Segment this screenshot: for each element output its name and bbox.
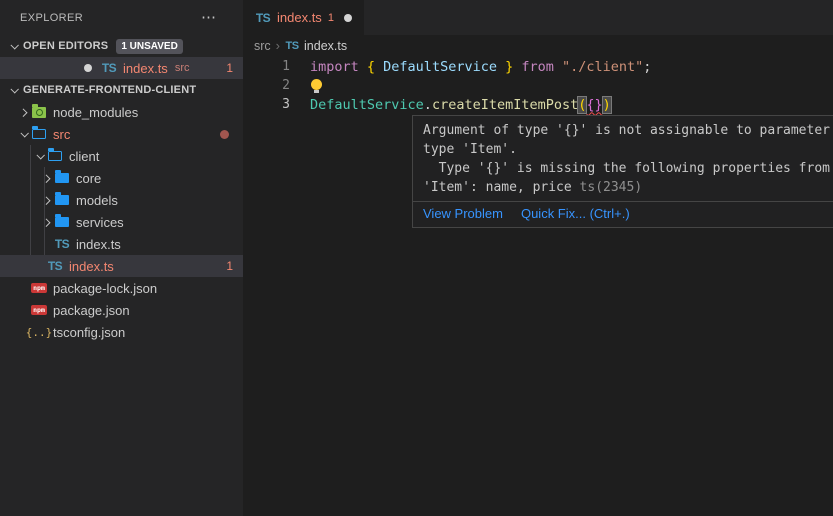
tab-index-ts[interactable]: TS index.ts 1 — [243, 0, 364, 35]
tree-item-label: index.ts — [76, 237, 121, 252]
open-editor-filename: index.ts — [123, 61, 168, 76]
hover-actions-bar: View Problem Quick Fix... (Ctrl+.) — [413, 201, 833, 227]
folder-icon — [54, 189, 70, 211]
open-editor-item-index-ts[interactable]: TS index.ts src 1 — [0, 57, 243, 79]
chevron-down-icon — [7, 35, 21, 57]
tree-item-core[interactable]: core — [0, 167, 243, 189]
chevron-down-icon — [7, 79, 21, 101]
tree-item-node-modules[interactable]: node_modules — [0, 101, 243, 123]
code-line-1[interactable]: 1 import { DefaultService } from "./clie… — [243, 57, 833, 76]
tree-item-label: services — [76, 215, 124, 230]
vscode-window: EXPLORER ⋯ OPEN EDITORS 1 UNSAVED TS ind… — [0, 0, 833, 516]
line-number-active: 3 — [243, 97, 290, 112]
error-count-badge: 1 — [226, 255, 233, 277]
breadcrumb-folder[interactable]: src — [254, 39, 271, 53]
tree-item-label: tsconfig.json — [53, 325, 125, 340]
tree-item-index-ts-client[interactable]: TS index.ts — [0, 233, 243, 255]
code-editor[interactable]: 1 import { DefaultService } from "./clie… — [243, 57, 833, 114]
breadcrumb: src › TS index.ts — [243, 35, 833, 56]
npm-icon: npm — [31, 277, 47, 299]
error-squiggle-argument: {} — [586, 97, 602, 113]
tree-item-label: client — [69, 149, 99, 164]
lightbulb-icon[interactable] — [311, 79, 322, 90]
tree-item-package-lock-json[interactable]: npm package-lock.json — [0, 277, 243, 299]
chevron-right-icon — [40, 211, 54, 233]
folder-icon — [54, 167, 70, 189]
code-line-2[interactable]: 2 — [243, 76, 833, 95]
more-actions-icon[interactable]: ⋯ — [201, 8, 217, 26]
chevron-right-icon — [40, 167, 54, 189]
tree-item-label: src — [53, 127, 70, 142]
typescript-icon: TS — [47, 255, 63, 277]
tree-item-label: core — [76, 171, 101, 186]
explorer-sidebar: EXPLORER ⋯ OPEN EDITORS 1 UNSAVED TS ind… — [0, 0, 243, 516]
quick-fix-link[interactable]: Quick Fix... (Ctrl+.) — [521, 206, 630, 221]
hover-message-line: Argument of type '{}' is not assignable … — [423, 121, 833, 140]
breadcrumb-separator-icon: › — [276, 38, 280, 53]
typescript-icon: TS — [255, 7, 271, 29]
tree-item-index-ts-src[interactable]: TS index.ts 1 — [0, 255, 243, 277]
typescript-icon: TS — [285, 35, 299, 57]
folder-icon — [54, 211, 70, 233]
folder-open-icon — [47, 145, 63, 167]
typescript-icon: TS — [101, 57, 117, 79]
json-config-icon: {..} — [31, 321, 47, 343]
hover-message: Argument of type '{}' is not assignable … — [413, 116, 833, 201]
npm-icon: npm — [31, 299, 47, 321]
workspace-name: GENERATE-FRONTEND-CLIENT — [23, 84, 196, 96]
workspace-section-header[interactable]: GENERATE-FRONTEND-CLIENT — [0, 79, 243, 101]
unsaved-badge: 1 UNSAVED — [116, 39, 183, 54]
tree-item-label: models — [76, 193, 118, 208]
text-cursor — [611, 97, 613, 113]
tree-item-label: package.json — [53, 303, 130, 318]
typescript-icon: TS — [54, 233, 70, 255]
view-problem-link[interactable]: View Problem — [423, 206, 503, 221]
node-modules-folder-icon — [31, 101, 47, 123]
error-code: ts(2345) — [580, 180, 643, 195]
modified-indicator-dot — [220, 130, 229, 139]
explorer-title: EXPLORER — [20, 12, 83, 24]
open-editors-label: OPEN EDITORS — [23, 40, 108, 52]
code-text: import { DefaultService } from "./client… — [310, 59, 651, 75]
tree-item-label: node_modules — [53, 105, 138, 120]
tree-item-package-json[interactable]: npm package.json — [0, 299, 243, 321]
tree-item-label: index.ts — [69, 259, 114, 274]
line-number: 2 — [243, 78, 290, 93]
tab-error-badge: 1 — [328, 12, 334, 24]
chevron-down-icon — [33, 145, 47, 167]
code-text: DefaultService.createItemItemPost({}) — [310, 97, 612, 113]
chevron-right-icon — [40, 189, 54, 211]
tree-item-tsconfig-json[interactable]: {..} tsconfig.json — [0, 321, 243, 343]
open-editors-header[interactable]: OPEN EDITORS 1 UNSAVED — [0, 35, 243, 57]
file-tree: node_modules src client core — [0, 101, 243, 343]
unsaved-dot-icon[interactable] — [344, 14, 352, 22]
breadcrumb-file[interactable]: index.ts — [304, 39, 347, 53]
chevron-down-icon — [17, 123, 31, 145]
hover-message-line: Type '{}' is missing the following prope… — [423, 159, 833, 178]
error-count-badge: 1 — [226, 57, 233, 79]
modified-dot-icon — [84, 64, 92, 72]
tree-item-src[interactable]: src — [0, 123, 243, 145]
chevron-right-icon — [17, 101, 31, 123]
bracket-match-close: ) — [603, 97, 611, 113]
tree-item-services[interactable]: services — [0, 211, 243, 233]
hover-message-line: type 'Item'. — [423, 140, 833, 159]
folder-open-icon — [31, 123, 47, 145]
editor-region: TS index.ts 1 src › TS index.ts 1 import… — [243, 0, 833, 516]
explorer-header: EXPLORER ⋯ — [0, 0, 243, 35]
tab-bar: TS index.ts 1 — [243, 0, 833, 35]
code-line-3[interactable]: 3 DefaultService.createItemItemPost({}) — [243, 95, 833, 114]
open-editor-description: src — [175, 62, 190, 74]
error-hover-tooltip: Argument of type '{}' is not assignable … — [412, 115, 833, 228]
tree-item-models[interactable]: models — [0, 189, 243, 211]
line-number: 1 — [243, 59, 290, 74]
tab-filename: index.ts — [277, 10, 322, 25]
hover-message-line: 'Item': name, price ts(2345) — [423, 178, 833, 197]
tree-item-client[interactable]: client — [0, 145, 243, 167]
lightbulb-container — [310, 78, 322, 94]
tree-item-label: package-lock.json — [53, 281, 157, 296]
